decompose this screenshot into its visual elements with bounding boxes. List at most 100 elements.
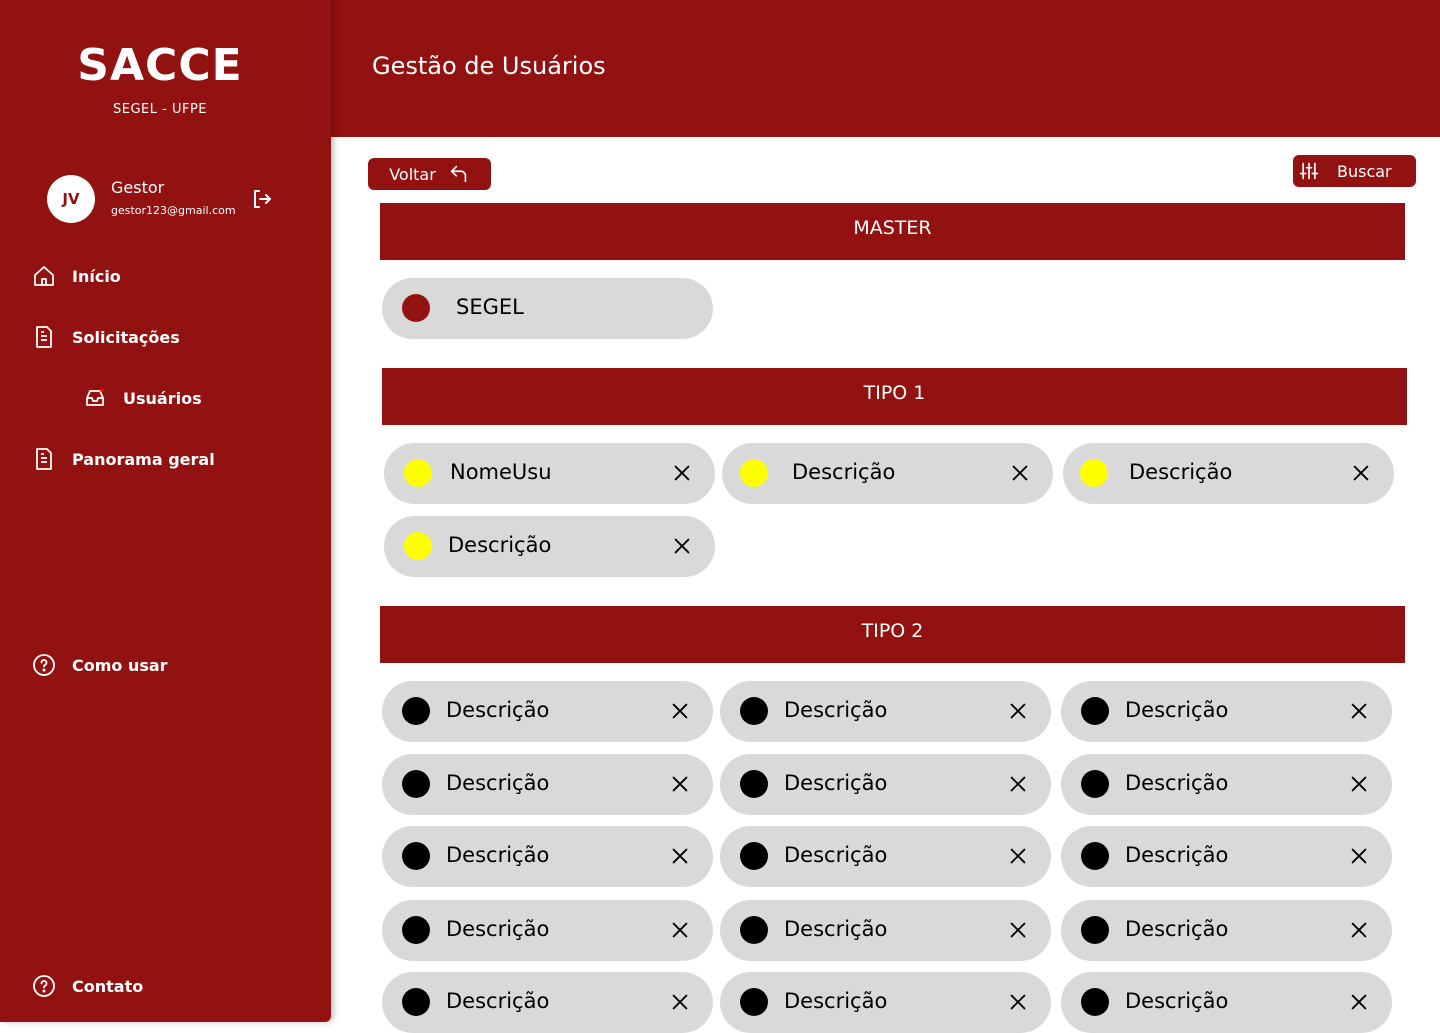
user-chip[interactable]: Descrição: [720, 754, 1051, 815]
close-icon[interactable]: [669, 845, 691, 867]
status-dot: [402, 988, 430, 1016]
user-chip[interactable]: Descrição: [382, 681, 713, 742]
app-subtitle: SEGEL - UFPE: [113, 102, 207, 117]
user-chip[interactable]: Descrição: [382, 826, 713, 887]
section-header-tipo2: TIPO 2: [380, 606, 1405, 663]
close-icon[interactable]: [1007, 845, 1029, 867]
status-dot: [1081, 842, 1109, 870]
close-icon[interactable]: [1348, 991, 1370, 1013]
sidebar-item-label: Início: [72, 266, 121, 286]
close-icon[interactable]: [1348, 845, 1370, 867]
status-dot: [1080, 459, 1108, 487]
back-button-label: Voltar: [389, 164, 436, 184]
close-icon[interactable]: [1007, 773, 1029, 795]
sidebar-item-label: Panorama geral: [72, 449, 215, 469]
status-dot: [404, 532, 432, 560]
user-chip-label: Descrição: [784, 989, 888, 1013]
sidebar-item-panorama[interactable]: Panorama geral: [32, 447, 215, 471]
user-chip-label: Descrição: [784, 917, 888, 941]
close-icon[interactable]: [669, 919, 691, 941]
status-dot: [402, 697, 430, 725]
user-chip[interactable]: Descrição: [720, 681, 1051, 742]
user-chip-label: Descrição: [784, 843, 888, 867]
status-dot: [402, 770, 430, 798]
page-title: Gestão de Usuários: [372, 52, 606, 80]
user-chip[interactable]: Descrição: [384, 516, 715, 577]
user-chip[interactable]: SEGEL: [382, 278, 713, 339]
user-chip[interactable]: Descrição: [382, 754, 713, 815]
close-icon[interactable]: [1007, 991, 1029, 1013]
status-dot: [1081, 988, 1109, 1016]
close-icon[interactable]: [1007, 919, 1029, 941]
section-header-tipo1: TIPO 1: [382, 368, 1407, 425]
user-chip-label: Descrição: [1125, 843, 1229, 867]
document-icon: [36, 326, 52, 348]
section-title: TIPO 2: [861, 620, 924, 642]
user-chip-label: Descrição: [446, 771, 550, 795]
app-logo: SACCE: [77, 40, 243, 91]
sidebar-item-solicitacoes[interactable]: Solicitações: [32, 325, 180, 349]
status-dot: [1081, 770, 1109, 798]
return-arrow-icon: [450, 165, 467, 183]
close-icon[interactable]: [1348, 773, 1370, 795]
user-chip-label: Descrição: [446, 917, 550, 941]
user-chip[interactable]: Descrição: [1061, 826, 1392, 887]
user-chip-label: Descrição: [1125, 989, 1229, 1013]
close-icon[interactable]: [671, 535, 693, 557]
user-chip[interactable]: Descrição: [1061, 900, 1392, 961]
user-chip-label: Descrição: [1125, 698, 1229, 722]
user-chip[interactable]: Descrição: [382, 900, 713, 961]
status-dot: [1081, 916, 1109, 944]
filter-sliders-icon: [1299, 162, 1319, 180]
logout-icon[interactable]: [250, 187, 274, 211]
section-title: MASTER: [853, 217, 932, 239]
user-chip-label: Descrição: [1125, 771, 1229, 795]
status-dot: [402, 294, 430, 322]
status-dot: [404, 459, 432, 487]
close-icon[interactable]: [1348, 700, 1370, 722]
user-chip[interactable]: Descrição: [1061, 681, 1392, 742]
sidebar-item-label: Como usar: [72, 655, 168, 675]
close-icon[interactable]: [1348, 919, 1370, 941]
sidebar-item-inicio[interactable]: Início: [32, 264, 121, 288]
user-chip[interactable]: Descrição: [1061, 754, 1392, 815]
close-icon[interactable]: [669, 773, 691, 795]
user-chip-label: Descrição: [448, 533, 552, 557]
status-dot: [402, 842, 430, 870]
user-chip-label: Descrição: [784, 698, 888, 722]
status-dot: [1081, 697, 1109, 725]
back-button[interactable]: Voltar: [368, 158, 491, 190]
sidebar-item-contato[interactable]: Contato: [32, 974, 143, 998]
user-chip-label: Descrição: [446, 989, 550, 1013]
close-icon[interactable]: [1009, 462, 1031, 484]
close-icon[interactable]: [1350, 462, 1372, 484]
close-icon[interactable]: [671, 462, 693, 484]
user-chip-label: Descrição: [1129, 460, 1233, 484]
user-chip-label: Descrição: [446, 698, 550, 722]
search-button[interactable]: Buscar: [1293, 155, 1416, 187]
user-chip[interactable]: Descrição: [720, 826, 1051, 887]
sidebar-item-usuarios[interactable]: Usuários: [83, 386, 202, 410]
close-icon[interactable]: [1007, 700, 1029, 722]
user-chip[interactable]: Descrição: [720, 900, 1051, 961]
status-dot: [740, 459, 768, 487]
user-chip-label: Descrição: [784, 771, 888, 795]
section-header-master: MASTER: [380, 203, 1405, 260]
help-icon: [33, 975, 55, 997]
close-icon[interactable]: [669, 700, 691, 722]
user-name: Gestor: [111, 178, 165, 197]
close-icon[interactable]: [669, 991, 691, 1013]
sidebar-item-como-usar[interactable]: Como usar: [32, 653, 168, 677]
user-chip[interactable]: Descrição: [722, 443, 1053, 504]
user-chip[interactable]: NomeUsu: [384, 443, 715, 504]
search-button-label: Buscar: [1337, 161, 1392, 181]
inbox-icon: [86, 388, 104, 406]
user-chip-label: Descrição: [792, 460, 896, 484]
sidebar-item-label: Contato: [72, 976, 144, 996]
user-chip-label: NomeUsu: [450, 460, 552, 484]
section-title: TIPO 1: [863, 382, 926, 404]
status-dot: [740, 770, 768, 798]
help-icon: [33, 654, 55, 676]
status-dot: [740, 988, 768, 1016]
user-chip[interactable]: Descrição: [1063, 443, 1394, 504]
